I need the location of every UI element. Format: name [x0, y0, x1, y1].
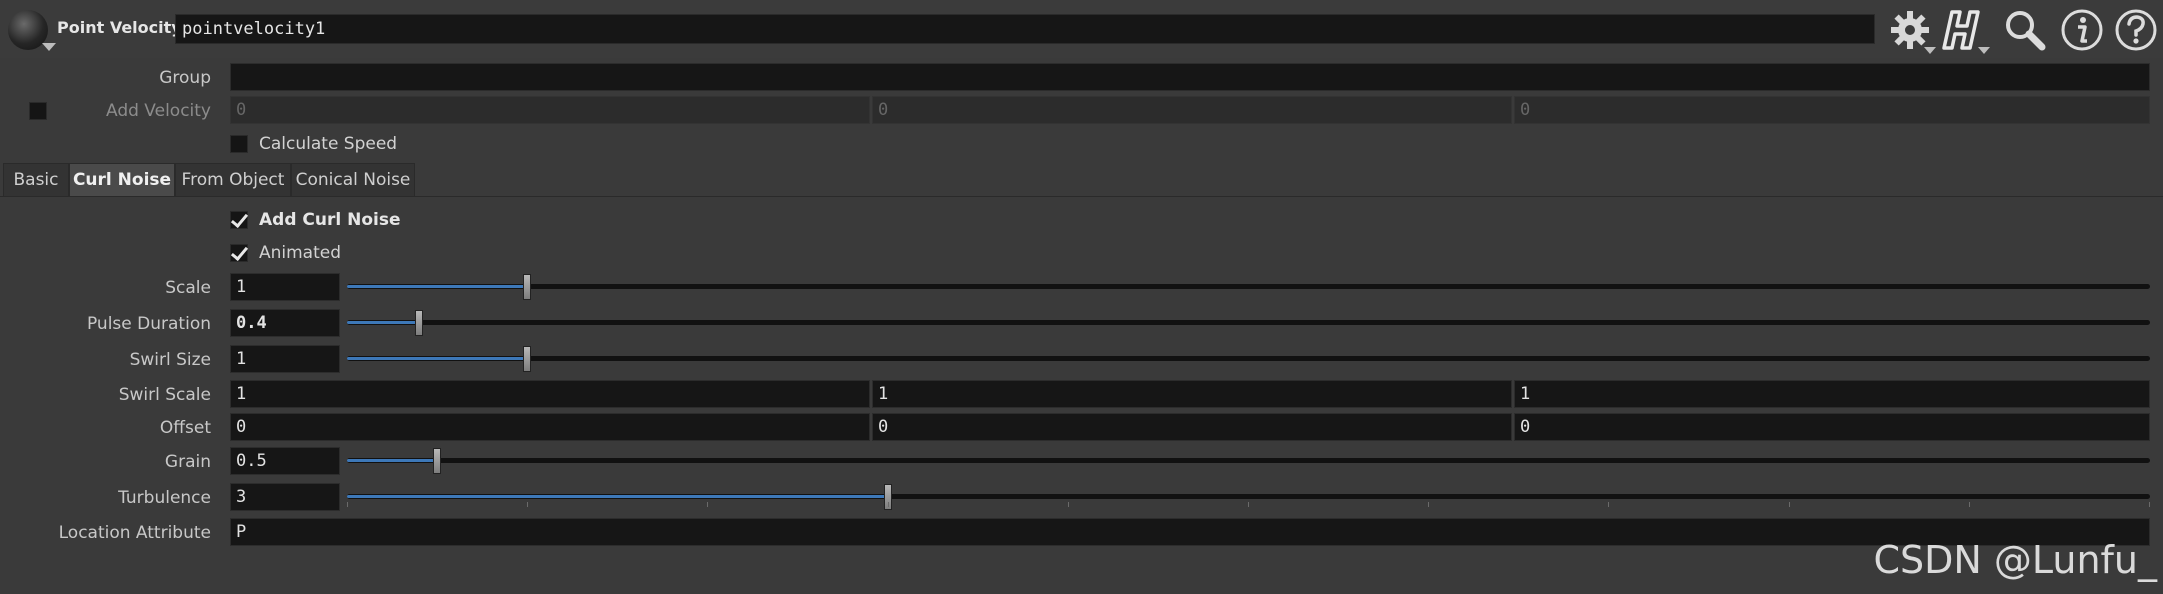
- slider-handle[interactable]: [523, 346, 531, 372]
- offset-label: Offset: [159, 418, 211, 438]
- animated-row: Animated: [0, 238, 2163, 268]
- location-attribute-field[interactable]: P: [230, 518, 2150, 546]
- slider-tick: [2149, 502, 2150, 507]
- turbulence-row: Turbulence 3: [0, 483, 2163, 513]
- slider-tick: [888, 502, 889, 507]
- slider-handle[interactable]: [415, 310, 423, 336]
- add-velocity-x-field[interactable]: 0: [230, 96, 870, 124]
- slider-fill: [347, 285, 527, 288]
- slider-track: [347, 458, 2150, 463]
- slider-tick: [1969, 502, 1970, 507]
- slider-fill: [347, 321, 419, 324]
- slider-track: [347, 284, 2150, 289]
- grain-row: Grain 0.5: [0, 447, 2163, 477]
- slider-track: [347, 320, 2150, 325]
- add-velocity-z-field[interactable]: 0: [1514, 96, 2150, 124]
- tab-from-object[interactable]: From Object: [175, 163, 291, 197]
- swirl-scale-row: Swirl Scale 1 1 1: [0, 380, 2163, 410]
- tab-divider: [0, 196, 2163, 197]
- add-curl-noise-checkbox[interactable]: [230, 211, 248, 229]
- node-type-icon[interactable]: [8, 10, 56, 51]
- parameter-header: Point Velocity pointvelocity1: [0, 0, 2163, 58]
- calculate-speed-row: Calculate Speed: [0, 129, 2163, 159]
- add-curl-noise-row: Add Curl Noise: [0, 205, 2163, 235]
- location-attribute-row: Location Attribute P: [0, 518, 2163, 548]
- info-icon[interactable]: [2058, 6, 2106, 54]
- slider-fill: [347, 495, 888, 498]
- calculate-speed-checkbox[interactable]: [230, 135, 248, 153]
- swirl-size-field[interactable]: 1: [230, 345, 340, 373]
- turbulence-slider[interactable]: [347, 483, 2150, 511]
- animated-checkbox[interactable]: [230, 244, 248, 262]
- calculate-speed-label: Calculate Speed: [259, 134, 398, 154]
- node-name-field[interactable]: pointvelocity1: [175, 14, 1875, 44]
- swirl-size-row: Swirl Size 1: [0, 345, 2163, 375]
- turbulence-label: Turbulence: [118, 488, 211, 508]
- slider-tick: [1068, 502, 1069, 507]
- group-label: Group: [159, 68, 211, 88]
- slider-tick: [1789, 502, 1790, 507]
- slider-tick: [527, 502, 528, 507]
- pulse-duration-slider[interactable]: [347, 309, 2150, 337]
- swirl-scale-x-field[interactable]: 1: [230, 380, 870, 408]
- slider-handle[interactable]: [433, 448, 441, 474]
- node-type-label: Point Velocity: [57, 18, 182, 37]
- slider-tick: [707, 502, 708, 507]
- scale-label: Scale: [165, 278, 211, 298]
- slider-tick: [347, 502, 348, 507]
- swirl-scale-y-field[interactable]: 1: [872, 380, 1512, 408]
- swirl-scale-z-field[interactable]: 1: [1514, 380, 2150, 408]
- animated-label: Animated: [259, 243, 342, 263]
- pulse-duration-label: Pulse Duration: [86, 314, 211, 334]
- offset-z-field[interactable]: 0: [1514, 413, 2150, 441]
- offset-x-field[interactable]: 0: [230, 413, 870, 441]
- grain-slider[interactable]: [347, 447, 2150, 475]
- group-field[interactable]: [230, 63, 2150, 91]
- grain-field[interactable]: 0.5: [230, 447, 340, 475]
- add-velocity-y-field[interactable]: 0: [872, 96, 1512, 124]
- group-row: Group: [0, 63, 2163, 93]
- slider-tick: [1608, 502, 1609, 507]
- slider-fill: [347, 459, 437, 462]
- scale-slider[interactable]: [347, 273, 2150, 301]
- gear-dropdown-icon[interactable]: [1924, 47, 1936, 54]
- slider-tick: [1248, 502, 1249, 507]
- add-curl-noise-label: Add Curl Noise: [259, 210, 401, 230]
- grain-label: Grain: [164, 452, 211, 472]
- add-velocity-label: Add Velocity: [105, 101, 211, 121]
- tab-basic[interactable]: Basic: [3, 163, 69, 197]
- slider-track: [347, 356, 2150, 361]
- slider-tick: [1428, 502, 1429, 507]
- swirl-scale-label: Swirl Scale: [118, 385, 211, 405]
- offset-row: Offset 0 0 0: [0, 413, 2163, 443]
- turbulence-field[interactable]: 3: [230, 483, 340, 511]
- location-attribute-label: Location Attribute: [58, 523, 211, 543]
- pulse-duration-row: Pulse Duration 0.4: [0, 309, 2163, 339]
- search-icon[interactable]: [2001, 6, 2049, 54]
- slider-handle[interactable]: [523, 274, 531, 300]
- pulse-duration-field[interactable]: 0.4: [230, 309, 340, 337]
- help-icon[interactable]: [2112, 6, 2160, 54]
- swirl-size-label: Swirl Size: [129, 350, 211, 370]
- scale-row: Scale 1: [0, 273, 2163, 303]
- slider-fill: [347, 357, 527, 360]
- tab-curl-noise[interactable]: Curl Noise: [69, 163, 175, 197]
- offset-y-field[interactable]: 0: [872, 413, 1512, 441]
- houdini-dropdown-icon[interactable]: [1978, 47, 1990, 54]
- scale-field[interactable]: 1: [230, 273, 340, 301]
- swirl-size-slider[interactable]: [347, 345, 2150, 373]
- tab-conical-noise[interactable]: Conical Noise: [291, 163, 415, 197]
- add-velocity-row: Add Velocity 0 0 0: [0, 96, 2163, 126]
- watermark-text: CSDN @Lunfu_: [1873, 538, 2157, 582]
